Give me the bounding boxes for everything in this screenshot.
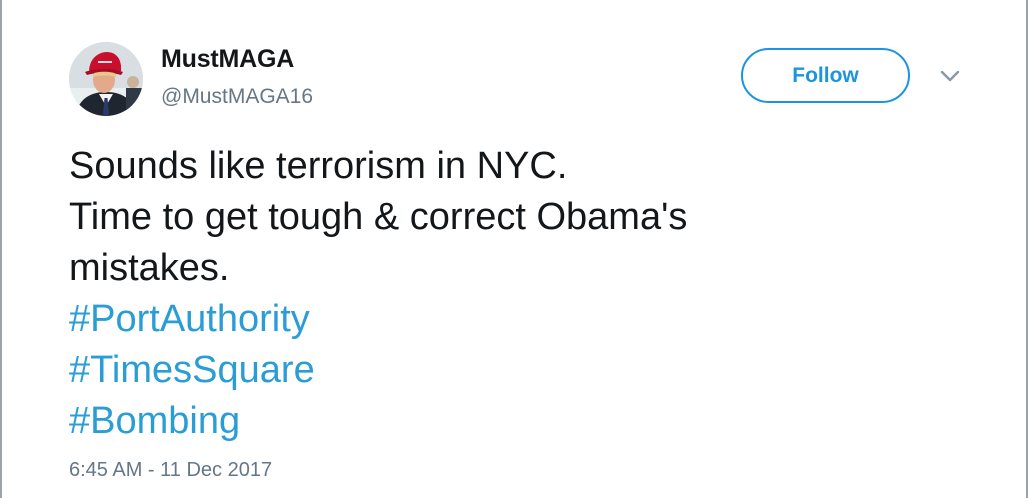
avatar[interactable] <box>69 42 143 116</box>
tweet-card: MustMAGA @MustMAGA16 Follow Sounds like … <box>0 0 1028 498</box>
tweet-text-line: Time to get tough & correct Obama's <box>69 196 688 238</box>
chevron-down-icon[interactable] <box>936 66 964 86</box>
tweet-timestamp[interactable]: 6:45 AM - 11 Dec 2017 <box>69 459 272 482</box>
hashtag-link[interactable]: #PortAuthority <box>69 294 989 345</box>
tweet-text: Sounds like terrorism in NYC. Time to ge… <box>69 141 989 447</box>
author-handle[interactable]: @MustMAGA16 <box>161 85 313 109</box>
follow-button[interactable]: Follow <box>741 48 910 103</box>
hashtag-link[interactable]: #TimesSquare <box>69 345 989 396</box>
tweet-text-line: mistakes. <box>69 247 230 289</box>
author-display-name[interactable]: MustMAGA <box>161 45 294 74</box>
profile-photo-icon <box>69 42 143 116</box>
hashtag-link[interactable]: #Bombing <box>69 396 989 447</box>
tweet-text-line: Sounds like terrorism in NYC. <box>69 145 568 187</box>
